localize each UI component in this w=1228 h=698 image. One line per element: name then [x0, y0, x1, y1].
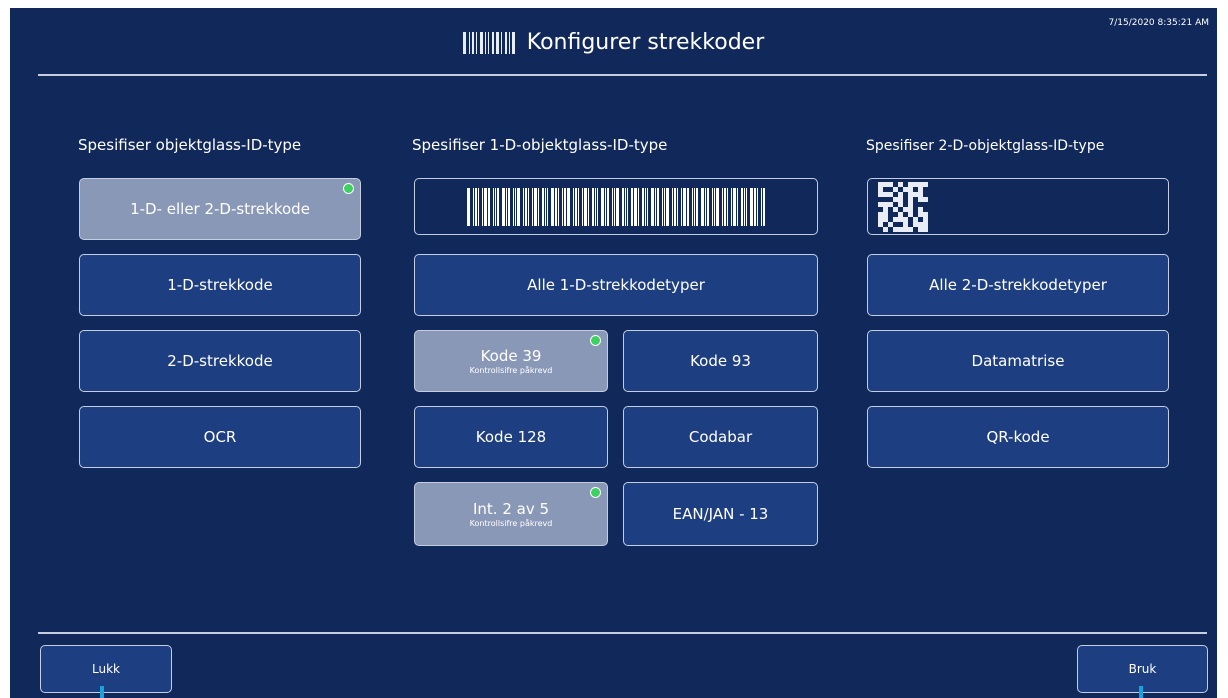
close-button[interactable]: Lukk: [40, 645, 172, 693]
kode93-button[interactable]: Kode 93: [623, 330, 818, 392]
all-1d-types-button[interactable]: Alle 1-D-strekkodetyper: [414, 254, 818, 316]
kode39-label: Kode 39: [480, 347, 542, 365]
kode39-sublabel: Kontrollsifre påkrevd: [469, 366, 553, 375]
ean-jan-13-button[interactable]: EAN/JAN - 13: [623, 482, 818, 546]
barcode-icon: [462, 31, 517, 54]
barcode-config-screen: Konfigurer strekkoder 7/15/2020 8:35:21 …: [10, 8, 1217, 698]
2d-barcode-button[interactable]: 2-D-strekkode: [79, 330, 361, 392]
barcode-image-icon: [466, 187, 766, 226]
all-2d-types-label: Alle 2-D-strekkodetyper: [929, 276, 1107, 294]
selected-indicator-icon: [343, 183, 354, 194]
1d-barcode-field[interactable]: [414, 178, 818, 235]
middle-column-label: Spesifiser 1-D-objektglass-ID-type: [412, 136, 668, 154]
right-column-label: Spesifiser 2-D-objektglass-ID-type: [866, 138, 1105, 154]
footer-divider: [38, 632, 1207, 634]
int25-label: Int. 2 av 5: [472, 500, 550, 518]
1d-barcode-label: 1-D-strekkode: [167, 276, 273, 294]
1d-barcode-button[interactable]: 1-D-strekkode: [79, 254, 361, 316]
left-column-label: Spesifiser objektglass-ID-type: [78, 136, 302, 154]
either-barcode-button[interactable]: 1-D- eller 2-D-strekkode: [79, 178, 361, 240]
kode128-button[interactable]: Kode 128: [414, 406, 608, 468]
ean-jan-13-label: EAN/JAN - 13: [672, 505, 769, 523]
datamatrix-button[interactable]: Datamatrise: [867, 330, 1169, 392]
ocr-label: OCR: [203, 428, 237, 446]
ocr-button[interactable]: OCR: [79, 406, 361, 468]
page-title-row: Konfigurer strekkoder: [10, 30, 1217, 55]
int25-sublabel: Kontrollsifre påkrevd: [469, 519, 553, 528]
qr-code-button[interactable]: QR-kode: [867, 406, 1169, 468]
int25-button[interactable]: Int. 2 av 5 Kontrollsifre påkrevd: [414, 482, 608, 546]
header-divider: [38, 74, 1207, 76]
codabar-button[interactable]: Codabar: [623, 406, 818, 468]
selected-indicator-icon: [590, 335, 601, 346]
kode39-button[interactable]: Kode 39 Kontrollsifre påkrevd: [414, 330, 608, 392]
either-barcode-label: 1-D- eller 2-D-strekkode: [130, 200, 310, 218]
kode128-label: Kode 128: [475, 428, 547, 446]
apply-label: Bruk: [1128, 662, 1157, 676]
qr-code-icon: [878, 181, 928, 232]
2d-barcode-field[interactable]: [867, 178, 1169, 235]
apply-focus-marker: [1139, 686, 1143, 698]
close-label: Lukk: [92, 662, 120, 676]
all-2d-types-button[interactable]: Alle 2-D-strekkodetyper: [867, 254, 1169, 316]
datamatrix-label: Datamatrise: [971, 352, 1065, 370]
2d-barcode-label: 2-D-strekkode: [167, 352, 273, 370]
qr-code-label: QR-kode: [986, 428, 1050, 446]
codabar-label: Codabar: [688, 428, 753, 446]
close-focus-marker: [100, 686, 104, 698]
timestamp: 7/15/2020 8:35:21 AM: [1108, 18, 1210, 28]
selected-indicator-icon: [590, 487, 601, 498]
kode93-label: Kode 93: [690, 352, 751, 370]
all-1d-types-label: Alle 1-D-strekkodetyper: [527, 276, 705, 294]
page-title: Konfigurer strekkoder: [526, 30, 765, 55]
